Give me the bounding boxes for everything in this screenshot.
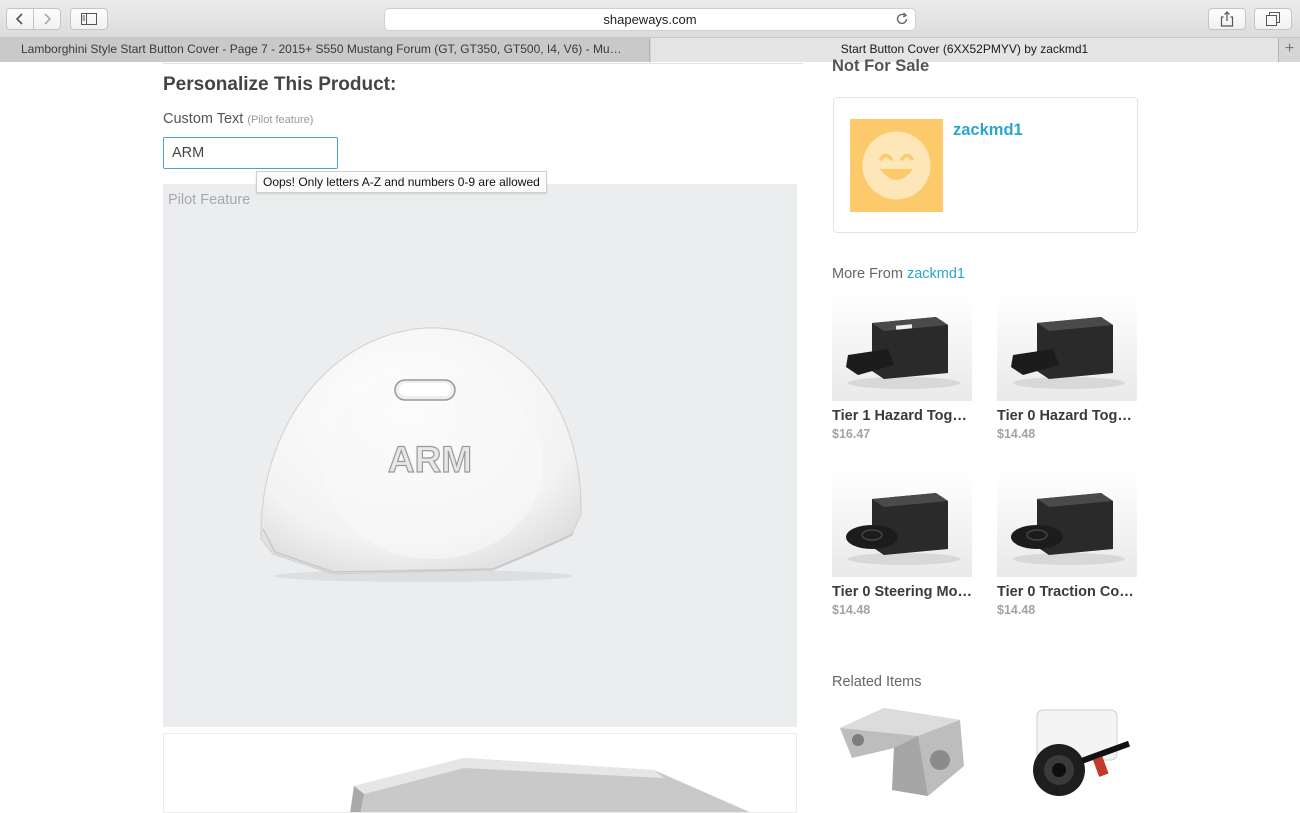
pilot-feature-note: (Pilot feature): [247, 114, 314, 126]
preview-label: Pilot Feature: [168, 192, 251, 208]
new-tab-button[interactable]: +: [1278, 38, 1300, 62]
section-divider: [163, 63, 803, 64]
more-from-heading: More From zackmd1: [832, 266, 965, 282]
product-price: $14.48: [997, 603, 1036, 617]
plus-icon: +: [1284, 40, 1295, 57]
product-name[interactable]: Tier 0 Traction Control: [997, 584, 1137, 600]
product-card[interactable]: Tier 0 Traction Control $14.48: [997, 471, 1137, 617]
product-thumbnail[interactable]: [997, 471, 1137, 577]
url-text: shapeways.com: [603, 12, 697, 27]
address-bar[interactable]: shapeways.com: [384, 8, 916, 31]
tab-bar: Lamborghini Style Start Button Cover - P…: [0, 38, 1300, 62]
engraved-text: ARM: [388, 439, 472, 480]
tab-start-button-cover[interactable]: Start Button Cover (6XX52PMYV) by zackmd…: [651, 38, 1278, 62]
related-items-heading: Related Items: [832, 674, 922, 690]
toggle-cover-image: [1011, 317, 1125, 389]
camera-accessory-image: [1033, 709, 1131, 796]
forward-button[interactable]: [33, 9, 60, 29]
product-card[interactable]: Tier 1 Hazard Toggle $16.47: [832, 295, 972, 441]
smiley-face-icon: [862, 131, 931, 200]
toggle-cover-image: [846, 317, 960, 389]
tabs-icon: [1266, 12, 1280, 26]
product-price: $14.48: [832, 603, 871, 617]
product-price: $14.48: [997, 427, 1036, 441]
validation-tooltip: Oops! Only letters A-Z and numbers 0-9 a…: [256, 171, 547, 193]
custom-text-input[interactable]: [163, 137, 338, 169]
sidebar-icon: [81, 13, 97, 25]
reload-icon[interactable]: [895, 12, 909, 26]
product-thumbnail[interactable]: [997, 295, 1137, 401]
bracket-part-image: [840, 708, 964, 796]
chevron-left-icon: [15, 13, 23, 25]
more-from-seller-link[interactable]: zackmd1: [907, 266, 965, 282]
product-price: $16.47: [832, 427, 871, 441]
button-cover-model-view-2: [350, 758, 750, 812]
tabs-overview-button[interactable]: [1254, 8, 1292, 30]
sale-status: Not For Sale: [832, 57, 930, 75]
related-item[interactable]: [997, 700, 1137, 813]
product-card[interactable]: Tier 0 Steering Mode $14.48: [832, 471, 972, 617]
nav-buttons: [6, 8, 61, 30]
related-item[interactable]: [832, 700, 972, 813]
seller-card: zackmd1: [833, 97, 1138, 233]
product-name[interactable]: Tier 1 Hazard Toggle: [832, 408, 972, 424]
more-from-prefix: More From: [832, 266, 903, 282]
seller-name-link[interactable]: zackmd1: [953, 121, 1023, 140]
back-button[interactable]: [7, 9, 33, 29]
product-card[interactable]: Tier 0 Hazard Toggle $14.48: [997, 295, 1137, 441]
browser-toolbar: shapeways.com: [0, 0, 1300, 38]
product-name[interactable]: Tier 0 Steering Mode: [832, 584, 972, 600]
sidebar-button[interactable]: [70, 8, 108, 30]
custom-text-label-text: Custom Text: [163, 111, 244, 127]
toggle-cover-image: [1011, 493, 1125, 565]
product-preview[interactable]: ARM Pilot Feature: [163, 184, 797, 727]
product-name[interactable]: Tier 0 Hazard Toggle: [997, 408, 1137, 424]
product-thumbnail[interactable]: [832, 471, 972, 577]
custom-text-label: Custom Text (Pilot feature): [163, 111, 313, 127]
product-thumbnail[interactable]: [832, 295, 972, 401]
chevron-right-icon: [44, 13, 52, 25]
tab-mustang-forum[interactable]: Lamborghini Style Start Button Cover - P…: [0, 38, 650, 62]
product-image-2[interactable]: [163, 733, 797, 813]
share-icon: [1220, 11, 1234, 27]
button-cover-model: ARM: [260, 327, 582, 582]
toggle-cover-image: [846, 493, 960, 565]
personalize-title: Personalize This Product:: [163, 74, 397, 95]
avatar[interactable]: [850, 119, 943, 212]
share-button[interactable]: [1208, 8, 1246, 30]
